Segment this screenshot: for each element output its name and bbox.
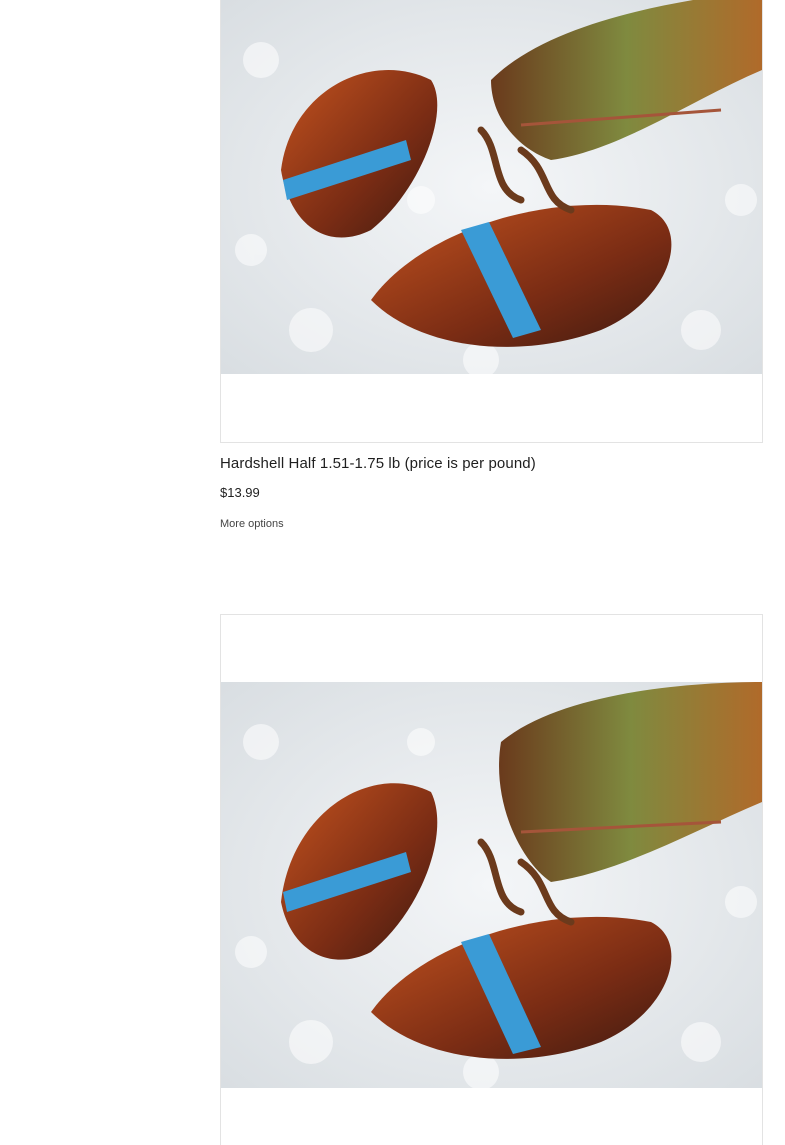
product-price: $13.99 (220, 485, 260, 500)
lobster-photo-2 (221, 682, 762, 1088)
product-grid: Hardshell Half 1.51-1.75 lb (price is pe… (0, 0, 785, 1145)
product-card-1[interactable] (220, 0, 763, 443)
product-image-1[interactable] (221, 0, 762, 374)
product-title[interactable]: Hardshell Half 1.51-1.75 lb (price is pe… (220, 455, 536, 472)
lobster-photo-1 (221, 0, 762, 374)
product-image-2[interactable] (221, 682, 762, 1088)
more-options-link[interactable]: More options (220, 518, 284, 530)
product-card-2[interactable] (220, 614, 763, 1145)
